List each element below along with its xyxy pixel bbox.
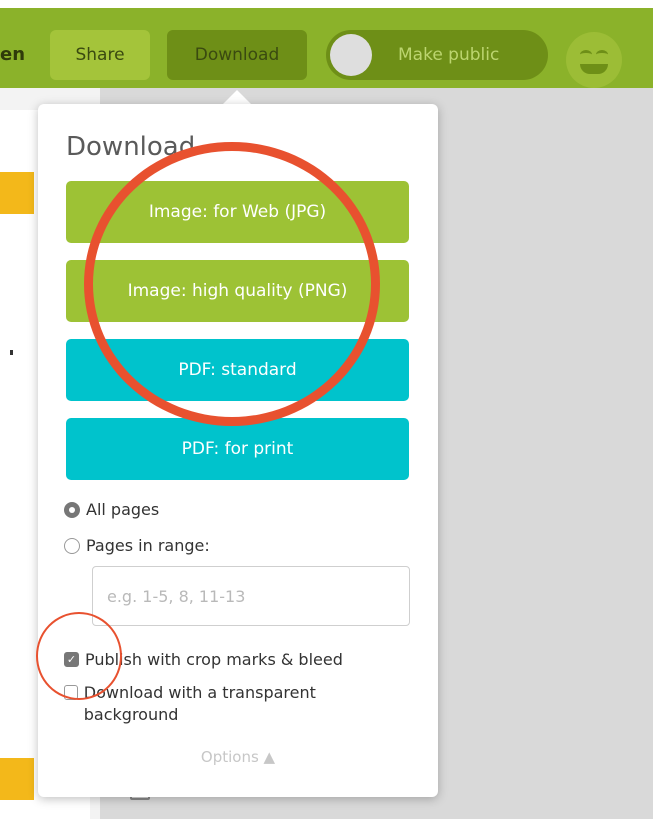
annotation-circle-large <box>84 142 380 426</box>
toolbar-truncated-text: en <box>0 44 26 65</box>
options-toggle-link[interactable]: Options ▲ <box>38 748 438 766</box>
annotation-circle-small <box>36 612 122 700</box>
make-public-label: Make public <box>398 45 500 65</box>
share-button[interactable]: Share <box>50 30 150 80</box>
pages-in-range-radio[interactable] <box>64 537 80 554</box>
all-pages-label: All pages <box>86 500 160 519</box>
download-pdf-print-button[interactable]: PDF: for print <box>66 418 409 480</box>
avatar-eye-icon <box>596 50 608 59</box>
pages-in-range-label: Pages in range: <box>86 536 210 555</box>
all-pages-option[interactable]: All pages <box>64 500 159 519</box>
design-element-top[interactable] <box>0 172 34 214</box>
avatar-smile-icon <box>580 64 608 74</box>
toggle-knob[interactable] <box>330 34 372 76</box>
transparent-option[interactable]: Download with a transparent background <box>64 682 384 726</box>
design-element-bottom[interactable] <box>0 758 34 800</box>
avatar[interactable] <box>566 32 622 88</box>
top-toolbar: en Share Download Make public <box>0 8 653 88</box>
avatar-eye-icon <box>580 50 592 59</box>
crop-marks-label: Publish with crop marks & bleed <box>85 650 343 669</box>
design-dot <box>10 350 13 355</box>
pages-in-range-option[interactable]: Pages in range: <box>64 536 210 555</box>
popup-arrow <box>223 90 251 104</box>
all-pages-radio[interactable] <box>64 501 80 518</box>
download-button[interactable]: Download <box>167 30 307 80</box>
make-public-toggle[interactable]: Make public <box>326 30 548 80</box>
transparent-label: Download with a transparent background <box>83 683 316 724</box>
page-range-input[interactable] <box>92 566 410 626</box>
